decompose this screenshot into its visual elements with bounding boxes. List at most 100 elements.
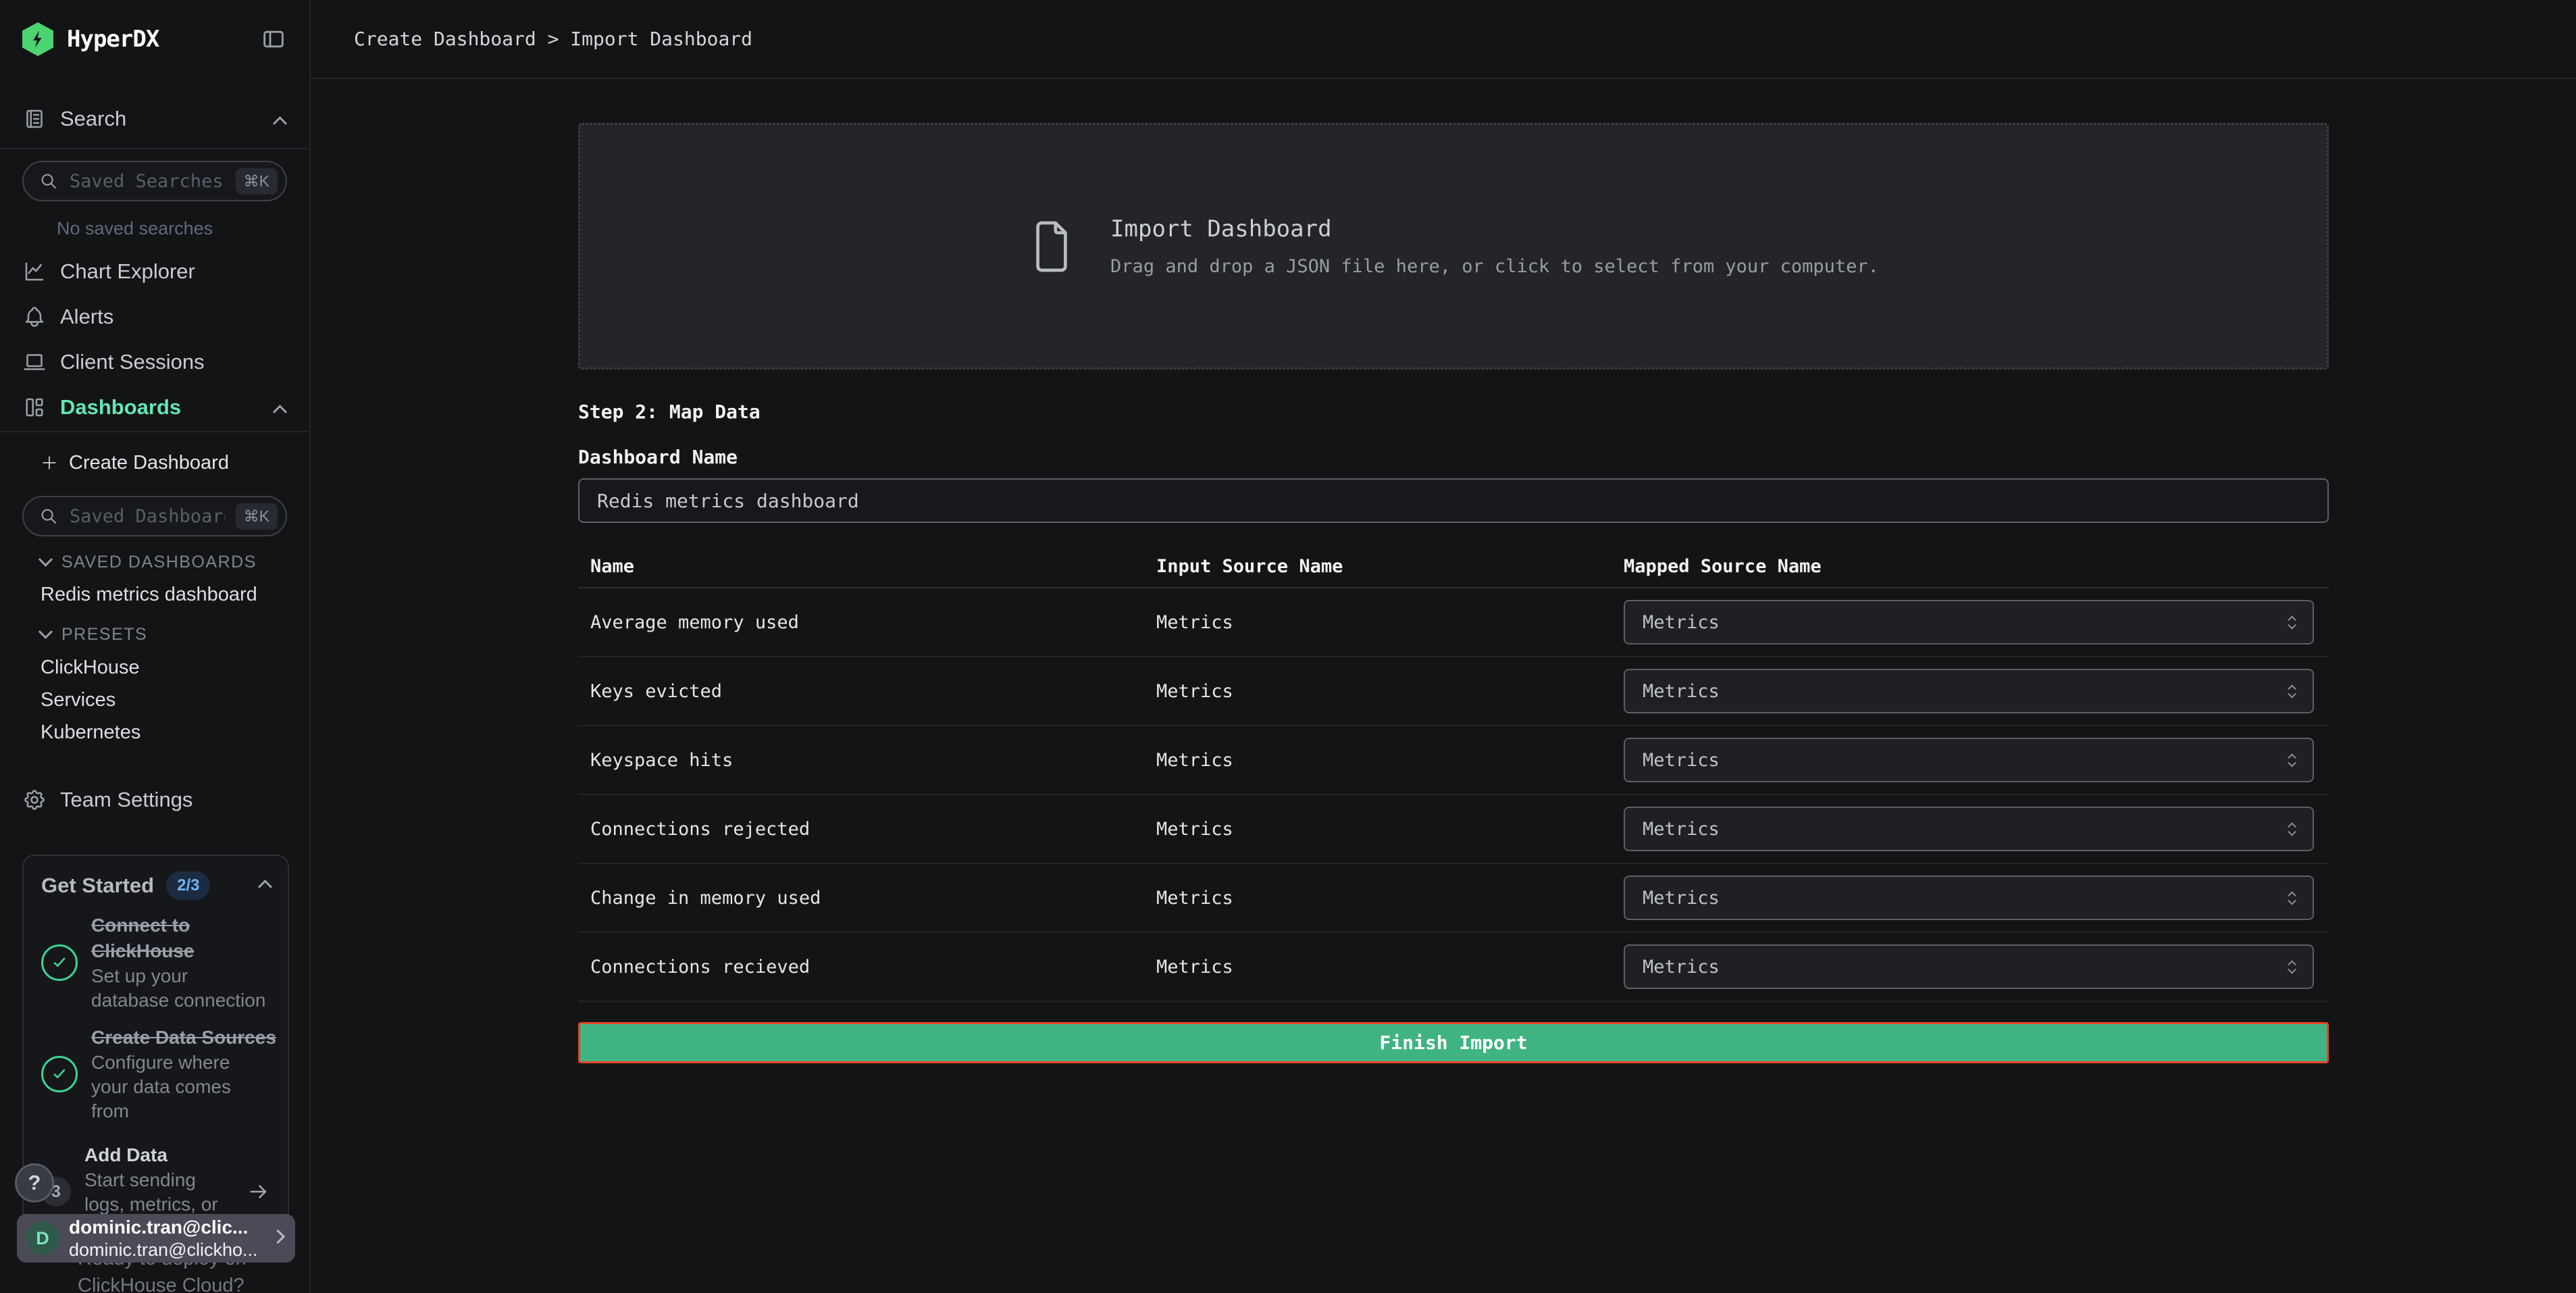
mapped-source-select[interactable]: Metrics [1624,944,2314,989]
select-chevrons-icon [2289,683,2295,700]
breadcrumb: Create Dashboard > Import Dashboard [354,28,752,50]
mapped-source-select[interactable]: Metrics [1624,807,2314,851]
table-row: Connections recieved Metrics Metrics [578,933,2329,1002]
select-chevrons-icon [2289,752,2295,769]
mapped-source-select[interactable]: Metrics [1624,669,2314,713]
check-circle-icon [41,944,78,981]
app-title: HyperDX [67,26,159,53]
divider [0,431,309,432]
dropzone-title: Import Dashboard [1110,216,1879,243]
sidebar-item-kubernetes-preset[interactable]: Kubernetes [0,716,309,749]
mapped-source-select[interactable]: Metrics [1624,600,2314,644]
select-value: Metrics [1643,681,1720,702]
no-saved-searches-text: No saved searches [0,216,309,240]
dashboard-link-label: Redis metrics dashboard [41,584,257,606]
select-chevrons-icon [2289,890,2295,907]
dashboard-name-input[interactable] [578,478,2329,523]
column-header-input-source: Input Source Name [1156,556,1624,577]
row-name: Change in memory used [578,888,1156,909]
promo-line-2: ClickHouse Cloud? [78,1272,247,1293]
saved-dashboards-section-header[interactable]: SAVED DASHBOARDS [0,550,309,574]
hyperdx-logo-icon [22,22,53,56]
row-name: Connections recieved [578,957,1156,978]
get-started-card: Get Started 2/3 Connect to ClickHouse Se… [22,855,289,1259]
table-row: Keyspace hits Metrics Metrics [578,726,2329,795]
create-dashboard-button[interactable]: Create Dashboard [0,448,309,478]
preset-link-label: Services [41,689,115,711]
sidebar-item-alerts[interactable]: Alerts [0,295,309,338]
sidebar-item-team-settings[interactable]: Team Settings [0,781,309,819]
sidebar-item-label: Alerts [60,305,113,329]
preset-link-label: ClickHouse [41,657,140,679]
file-icon [1028,218,1075,276]
sidebar-item-client-sessions[interactable]: Client Sessions [0,340,309,384]
get-started-item-subtitle: Configure where your data comes from [91,1050,270,1123]
sidebar-item-dashboards[interactable]: Dashboards [0,386,309,429]
sidebar-item-label: Chart Explorer [60,259,195,284]
user-email: dominic.tran@clickho... [69,1239,263,1261]
dashboard-name-label: Dashboard Name [578,446,2329,468]
dashboard-layout-icon [22,395,47,420]
section-header-label: SAVED DASHBOARDS [61,553,257,572]
sidebar: HyperDX Search ⌘K No saved searches Char… [0,0,311,1293]
check-circle-icon [41,1056,78,1092]
row-name: Connections rejected [578,819,1156,840]
table-row: Keys evicted Metrics Metrics [578,657,2329,726]
get-started-header[interactable]: Get Started 2/3 [41,872,270,899]
mapping-table-header: Name Input Source Name Mapped Source Nam… [578,546,2329,588]
row-name: Keyspace hits [578,750,1156,771]
select-chevrons-icon [2289,959,2295,975]
main-area: Create Dashboard > Import Dashboard Impo… [311,0,2576,1293]
chevron-up-icon [275,107,285,131]
section-header-label: PRESETS [61,625,147,644]
sidebar-item-label: Client Sessions [60,350,205,374]
sidebar-item-clickhouse-preset[interactable]: ClickHouse [0,651,309,684]
shortcut-badge: ⌘K [236,168,278,195]
row-input-source: Metrics [1156,888,1624,909]
divider [0,148,309,149]
step-label: Step 2: Map Data [578,401,2329,423]
row-name: Average memory used [578,612,1156,633]
import-dashboard-content: Import Dashboard Drag and drop a JSON fi… [311,79,2576,1063]
get-started-item-connect[interactable]: Connect to ClickHouse Set up your databa… [41,913,270,1013]
saved-searches-input[interactable] [68,170,226,193]
get-started-item-title: Add Data [84,1142,234,1168]
presets-section-header[interactable]: PRESETS [0,622,309,646]
laptop-icon [22,350,47,374]
chevron-up-icon [275,395,285,420]
finish-import-button[interactable]: Finish Import [578,1022,2329,1063]
mapped-source-select[interactable]: Metrics [1624,738,2314,782]
panel-left-icon [260,26,287,53]
saved-searches-search[interactable]: ⌘K [22,161,287,201]
table-row: Change in memory used Metrics Metrics [578,864,2329,933]
user-menu[interactable]: D dominic.tran@clic... dominic.tran@clic… [17,1214,295,1263]
sidebar-item-services-preset[interactable]: Services [0,684,309,716]
bell-icon [22,305,47,329]
saved-dashboards-input[interactable] [68,505,226,528]
chevron-down-icon [41,553,51,572]
help-button[interactable]: ? [15,1163,54,1202]
sidebar-item-label: Dashboards [60,395,181,420]
logo-row: HyperDX [0,18,309,61]
sidebar-collapse-button[interactable] [260,26,287,53]
preset-link-label: Kubernetes [41,721,140,744]
mapped-source-select[interactable]: Metrics [1624,876,2314,920]
chart-icon [22,259,47,284]
row-input-source: Metrics [1156,819,1624,840]
sidebar-item-redis-metrics-dashboard[interactable]: Redis metrics dashboard [0,580,309,609]
sidebar-item-chart-explorer[interactable]: Chart Explorer [0,250,309,293]
user-name: dominic.tran@clic... [69,1216,263,1239]
get-started-item-subtitle: Set up your database connection [91,964,270,1013]
chevron-down-icon [41,625,51,644]
get-started-item-title: Create Data Sources [91,1025,270,1050]
json-file-dropzone[interactable]: Import Dashboard Drag and drop a JSON fi… [578,123,2329,370]
get-started-item-data-sources[interactable]: Create Data Sources Configure where your… [41,1025,270,1123]
column-header-name: Name [578,556,1156,577]
avatar: D [26,1221,59,1255]
select-chevrons-icon [2289,821,2295,838]
saved-dashboards-search[interactable]: ⌘K [22,496,287,536]
select-value: Metrics [1643,612,1720,633]
plus-icon [41,454,58,472]
select-value: Metrics [1643,819,1720,840]
sidebar-item-search[interactable]: Search [0,100,309,138]
